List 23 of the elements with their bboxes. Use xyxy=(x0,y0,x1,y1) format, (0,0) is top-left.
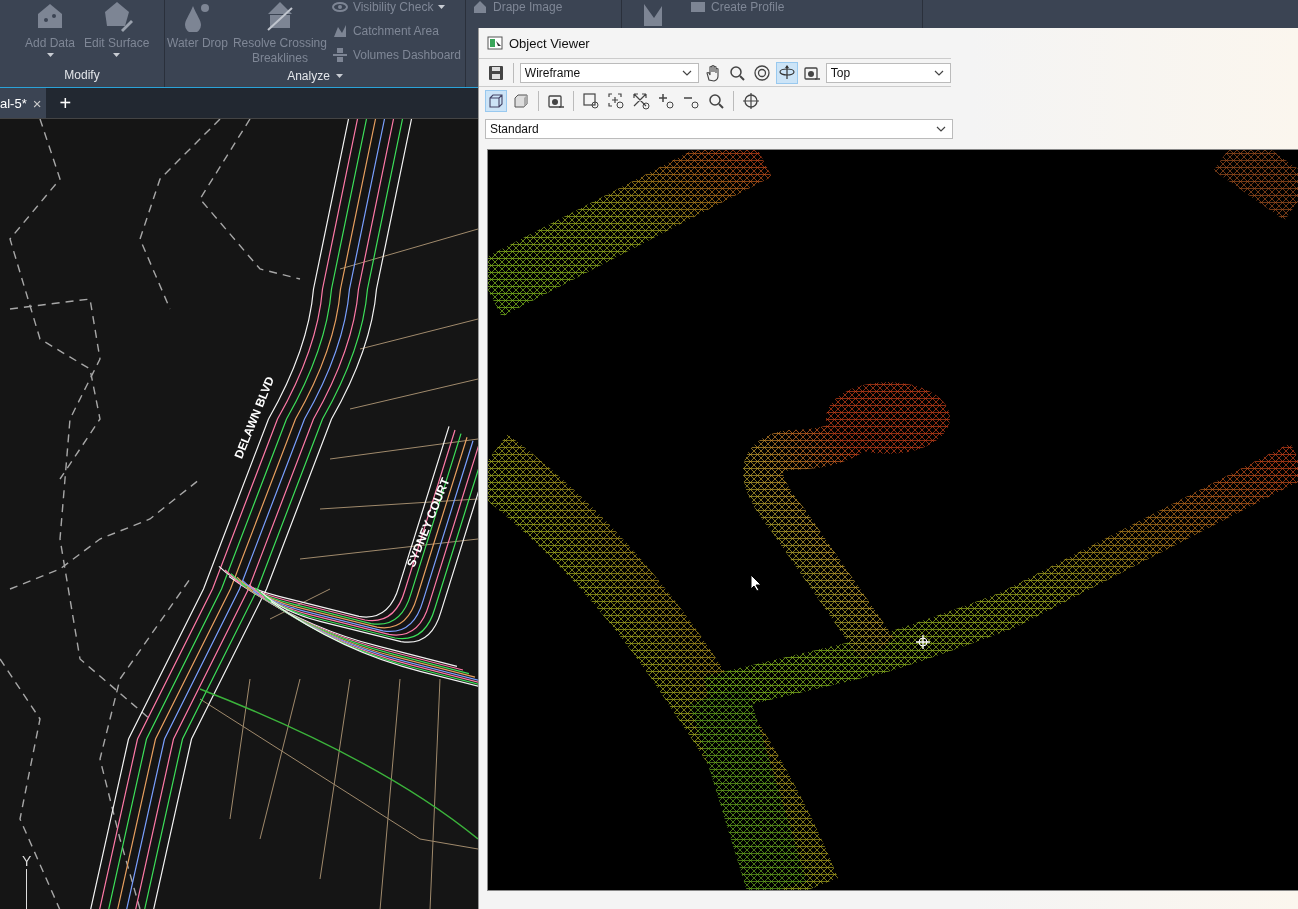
axis-line-icon xyxy=(25,869,29,909)
chevron-icon xyxy=(681,69,692,76)
mouse-pointer-icon xyxy=(750,574,762,592)
file-tab[interactable]: al-5* × xyxy=(0,88,46,118)
chevron-icon xyxy=(936,126,946,132)
eye-icon xyxy=(331,0,348,15)
dropdown-field[interactable]: Top xyxy=(825,62,951,83)
dropdown-field[interactable]: Wireframe xyxy=(519,62,699,83)
window-icon xyxy=(487,35,503,51)
close-button[interactable]: × xyxy=(32,94,42,112)
axis-label: Y xyxy=(22,853,32,869)
panel-title[interactable]: Analyze xyxy=(287,66,343,85)
tab-label[interactable]: al-5* xyxy=(0,95,27,111)
new-tab-button[interactable]: + xyxy=(59,93,72,113)
panel-title[interactable]: Modify xyxy=(64,65,100,85)
move-cursor-icon xyxy=(915,634,931,650)
house-icon xyxy=(472,0,488,15)
stacked-bars-icon xyxy=(331,47,348,63)
chevron-icon xyxy=(933,69,944,76)
orbit-icon[interactable] xyxy=(776,61,798,84)
window-title: Object Viewer xyxy=(509,35,590,51)
dropdown-field[interactable]: Standard xyxy=(485,119,953,139)
wireframe-cube-icon[interactable] xyxy=(485,89,507,112)
